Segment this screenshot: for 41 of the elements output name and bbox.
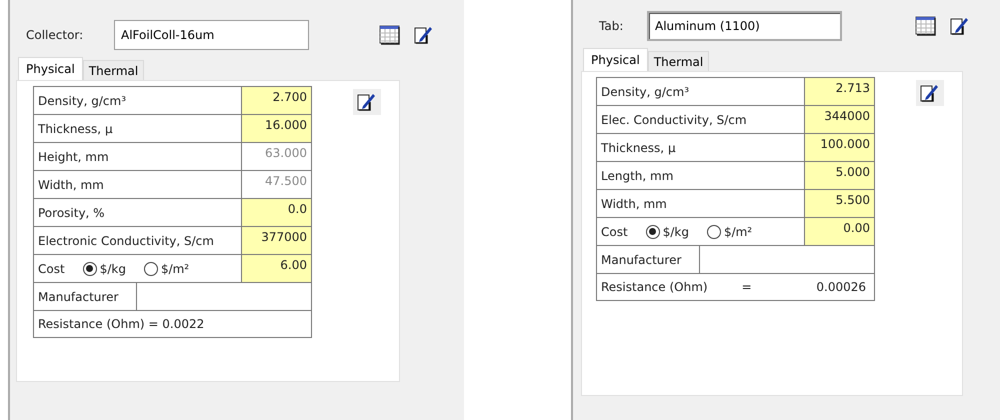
name-field[interactable]: Aluminum (1100) — [647, 11, 842, 41]
property-label: Cost — [38, 262, 65, 276]
property-label: Manufacturer — [597, 246, 700, 273]
value-field[interactable]: 2.713 — [805, 78, 874, 105]
value-field[interactable]: 5.500 — [805, 190, 874, 217]
value-field[interactable]: 6.00 — [242, 255, 311, 282]
tab[interactable]: Thermal — [648, 51, 710, 71]
tab[interactable]: Physical — [18, 57, 83, 80]
edit-icon[interactable] — [413, 25, 435, 45]
tab[interactable]: Physical — [583, 48, 648, 71]
property-label: Resistance (Ohm) — [601, 280, 708, 294]
radio-option[interactable]: $/m² — [144, 262, 190, 276]
value-field[interactable]: 0.0 — [242, 199, 311, 226]
value-field[interactable]: 377000 — [242, 227, 311, 254]
value-field[interactable]: 5.000 — [805, 162, 874, 189]
table-icon[interactable] — [915, 16, 937, 36]
edit-icon[interactable] — [353, 89, 381, 115]
edit-icon[interactable] — [949, 16, 971, 36]
radio-option[interactable]: $/m² — [706, 224, 752, 238]
resistance-text: Resistance (Ohm) = 0.0022 — [37, 316, 204, 333]
field-label: Tab: — [598, 19, 624, 33]
property-label: Manufacturer — [34, 283, 137, 310]
equals-sign: = — [742, 280, 752, 294]
property-label: Cost — [601, 224, 628, 238]
tab[interactable]: Thermal — [82, 60, 144, 80]
field-label: Collector: — [25, 28, 84, 42]
radio-option[interactable]: $/kg — [82, 262, 126, 276]
radio-option[interactable]: $/kg — [646, 224, 689, 238]
resistance-value: 0.00026 — [816, 280, 866, 294]
radio-button[interactable] — [82, 262, 97, 276]
radio-button[interactable] — [646, 224, 660, 238]
edit-icon[interactable] — [916, 80, 944, 106]
value-field[interactable]: 100.000 — [805, 134, 874, 161]
value-field[interactable]: 2.700 — [242, 87, 311, 114]
value-field[interactable]: 0.00 — [805, 218, 874, 245]
value-field[interactable]: 16.000 — [242, 115, 311, 142]
radio-button[interactable] — [144, 262, 158, 276]
value-field[interactable]: 344000 — [805, 106, 874, 133]
table-icon[interactable] — [379, 25, 401, 45]
radio-button[interactable] — [706, 224, 721, 238]
name-field[interactable]: AlFoilColl-16um — [114, 20, 309, 50]
